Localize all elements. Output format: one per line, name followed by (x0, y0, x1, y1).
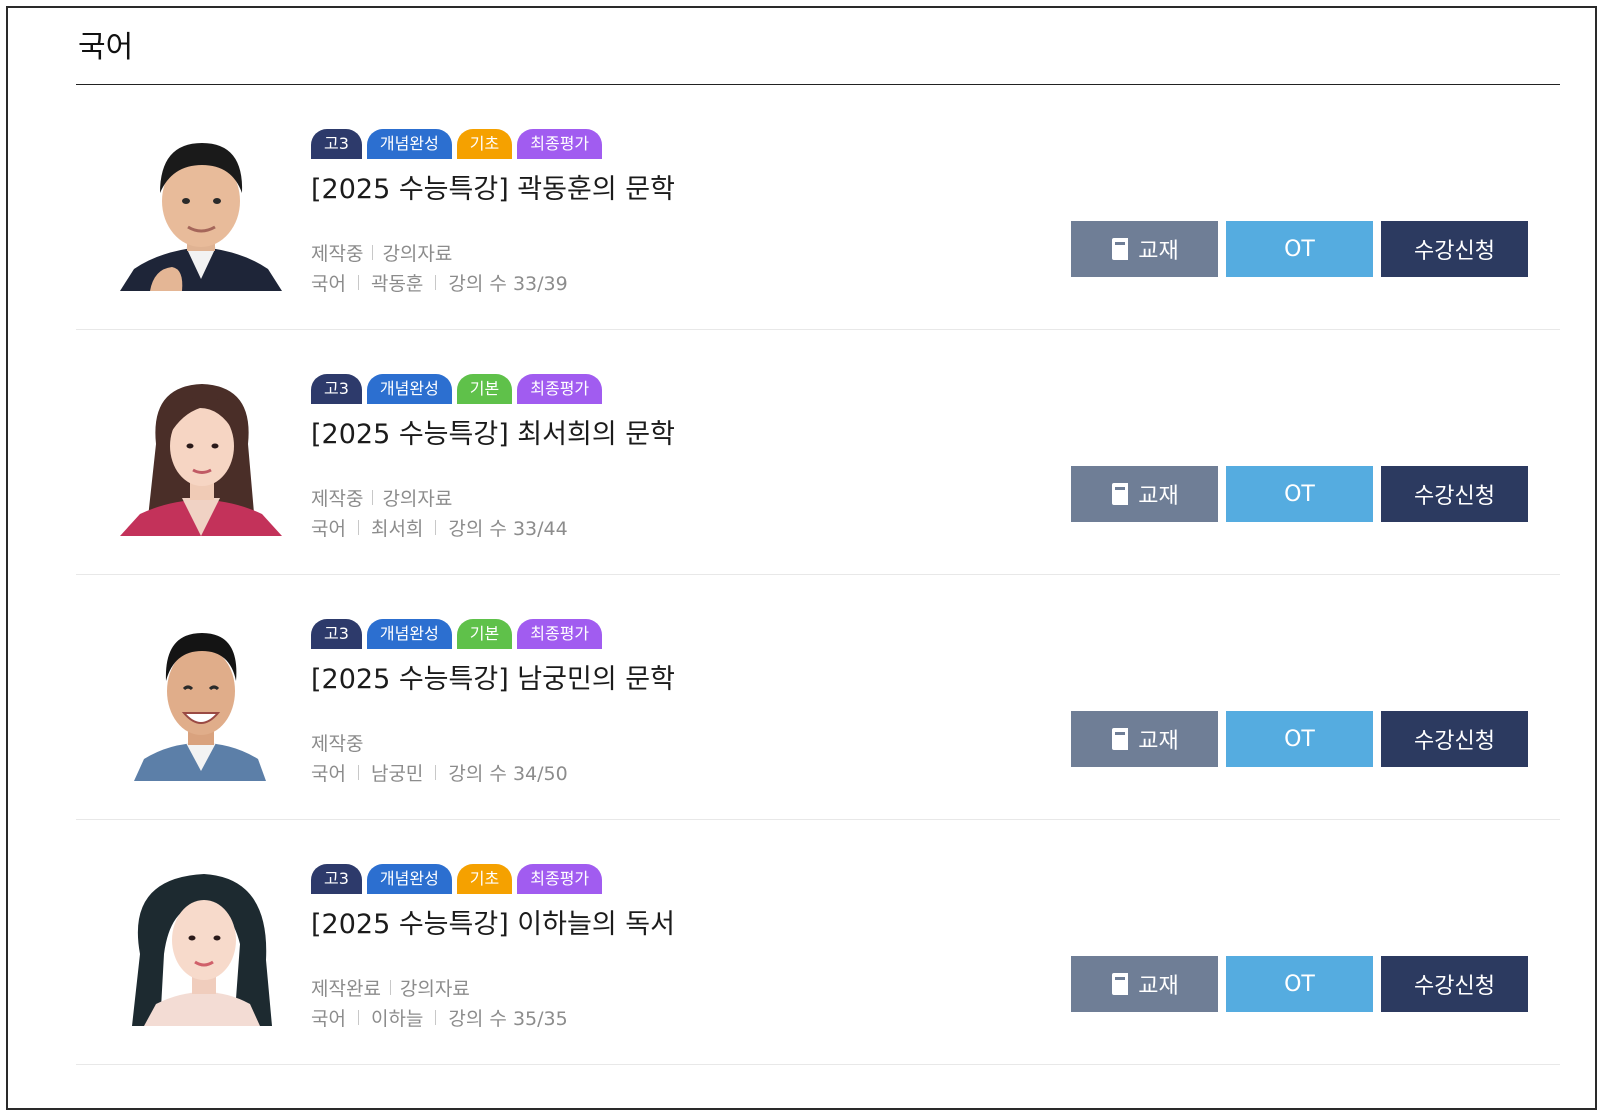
tag-concept: 개념완성 (366, 374, 452, 404)
tag-grade: 고3 (311, 864, 362, 894)
teacher-name: 최서희 (370, 518, 424, 540)
tag-level: 기본 (456, 374, 513, 404)
section-title: 국어 (76, 0, 1560, 85)
course-actions: 교재 OT 수강신청 (1071, 711, 1528, 767)
ot-button[interactable]: OT (1226, 221, 1373, 277)
lecture-count: 강의 수 35/35 (448, 1008, 568, 1030)
course-section: 국어 고3 개념완성 기초 최종평가 [2025 수능특강] 곽동훈의 문학 제… (76, 0, 1560, 1065)
lecture-count: 강의 수 33/44 (448, 518, 568, 540)
tag-list: 고3 개념완성 기본 최종평가 (311, 619, 603, 651)
divider (435, 1010, 437, 1025)
enroll-button[interactable]: 수강신청 (1381, 711, 1528, 767)
course-item: 고3 개념완성 기초 최종평가 [2025 수능특강] 이하늘의 독서 제작완료… (76, 820, 1560, 1065)
teacher-photo (120, 619, 282, 781)
course-item: 고3 개념완성 기초 최종평가 [2025 수능특강] 곽동훈의 문학 제작중 … (76, 85, 1560, 330)
tag-concept: 개념완성 (366, 129, 452, 159)
divider (372, 245, 374, 260)
subject-label: 국어 (311, 763, 346, 785)
course-status-row: 제작완료 강의자료 (311, 974, 470, 1001)
course-info-row: 국어 최서희 강의 수 33/44 (311, 514, 568, 541)
production-status: 제작완료 (311, 978, 381, 1000)
course-info-row: 국어 이하늘 강의 수 35/35 (311, 1004, 568, 1031)
course-info-row: 국어 남궁민 강의 수 34/50 (311, 759, 568, 786)
course-title[interactable]: [2025 수능특강] 이하늘의 독서 (311, 902, 675, 941)
teacher-photo (120, 129, 282, 291)
lecture-count: 강의 수 34/50 (448, 763, 568, 785)
course-actions: 교재 OT 수강신청 (1071, 956, 1528, 1012)
divider (435, 520, 437, 535)
divider (389, 980, 391, 995)
course-item: 고3 개념완성 기본 최종평가 [2025 수능특강] 최서희의 문학 제작중 … (76, 330, 1560, 575)
tag-final: 최종평가 (517, 864, 603, 894)
tag-final: 최종평가 (517, 374, 603, 404)
tag-list: 고3 개념완성 기초 최종평가 (311, 864, 603, 896)
course-title[interactable]: [2025 수능특강] 최서희의 문학 (311, 412, 675, 451)
lecture-count: 강의 수 33/39 (448, 273, 568, 295)
teacher-name: 곽동훈 (370, 273, 424, 295)
course-status-row: 제작중 강의자료 (311, 484, 452, 511)
course-status-row: 제작중 강의자료 (311, 239, 452, 266)
textbook-label: 교재 (1138, 484, 1179, 509)
production-status: 제작중 (311, 243, 364, 265)
course-title[interactable]: [2025 수능특강] 남궁민의 문학 (311, 657, 675, 696)
textbook-label: 교재 (1138, 729, 1179, 754)
course-item: 고3 개념완성 기본 최종평가 [2025 수능특강] 남궁민의 문학 제작중 … (76, 575, 1560, 820)
material-link[interactable]: 강의자료 (382, 239, 452, 266)
tag-list: 고3 개념완성 기본 최종평가 (311, 374, 603, 406)
tag-level: 기초 (456, 864, 513, 894)
textbook-button[interactable]: 교재 (1071, 466, 1218, 522)
divider (357, 765, 359, 780)
teacher-name: 이하늘 (370, 1008, 424, 1030)
ot-button[interactable]: OT (1226, 466, 1373, 522)
ot-button[interactable]: OT (1226, 711, 1373, 767)
course-status-row: 제작중 (311, 729, 363, 756)
subject-label: 국어 (311, 518, 346, 540)
tag-final: 최종평가 (517, 129, 603, 159)
course-info-row: 국어 곽동훈 강의 수 33/39 (311, 269, 568, 296)
textbook-label: 교재 (1138, 239, 1179, 264)
book-icon (1112, 483, 1129, 505)
teacher-photo (120, 374, 282, 536)
course-actions: 교재 OT 수강신청 (1071, 466, 1528, 522)
tag-concept: 개념완성 (366, 864, 452, 894)
tag-final: 최종평가 (517, 619, 603, 649)
divider (435, 275, 437, 290)
divider (357, 275, 359, 290)
divider (357, 520, 359, 535)
book-icon (1112, 238, 1129, 260)
subject-label: 국어 (311, 1008, 346, 1030)
enroll-button[interactable]: 수강신청 (1381, 956, 1528, 1012)
material-link[interactable]: 강의자료 (400, 974, 470, 1001)
course-actions: 교재 OT 수강신청 (1071, 221, 1528, 277)
divider (435, 765, 437, 780)
tag-grade: 고3 (311, 374, 362, 404)
divider (372, 490, 374, 505)
course-title[interactable]: [2025 수능특강] 곽동훈의 문학 (311, 167, 675, 206)
tag-grade: 고3 (311, 129, 362, 159)
textbook-button[interactable]: 교재 (1071, 221, 1218, 277)
tag-list: 고3 개념완성 기초 최종평가 (311, 129, 603, 161)
textbook-button[interactable]: 교재 (1071, 711, 1218, 767)
production-status: 제작중 (311, 733, 364, 755)
tag-level: 기초 (456, 129, 513, 159)
tag-concept: 개념완성 (366, 619, 452, 649)
material-link[interactable]: 강의자료 (382, 484, 452, 511)
enroll-button[interactable]: 수강신청 (1381, 221, 1528, 277)
production-status: 제작중 (311, 488, 364, 510)
tag-level: 기본 (456, 619, 513, 649)
tag-grade: 고3 (311, 619, 362, 649)
book-icon (1112, 973, 1129, 995)
textbook-label: 교재 (1138, 974, 1179, 999)
book-icon (1112, 728, 1129, 750)
subject-label: 국어 (311, 273, 346, 295)
divider (357, 1010, 359, 1025)
teacher-name: 남궁민 (370, 763, 424, 785)
textbook-button[interactable]: 교재 (1071, 956, 1218, 1012)
enroll-button[interactable]: 수강신청 (1381, 466, 1528, 522)
ot-button[interactable]: OT (1226, 956, 1373, 1012)
teacher-photo (120, 864, 282, 1026)
